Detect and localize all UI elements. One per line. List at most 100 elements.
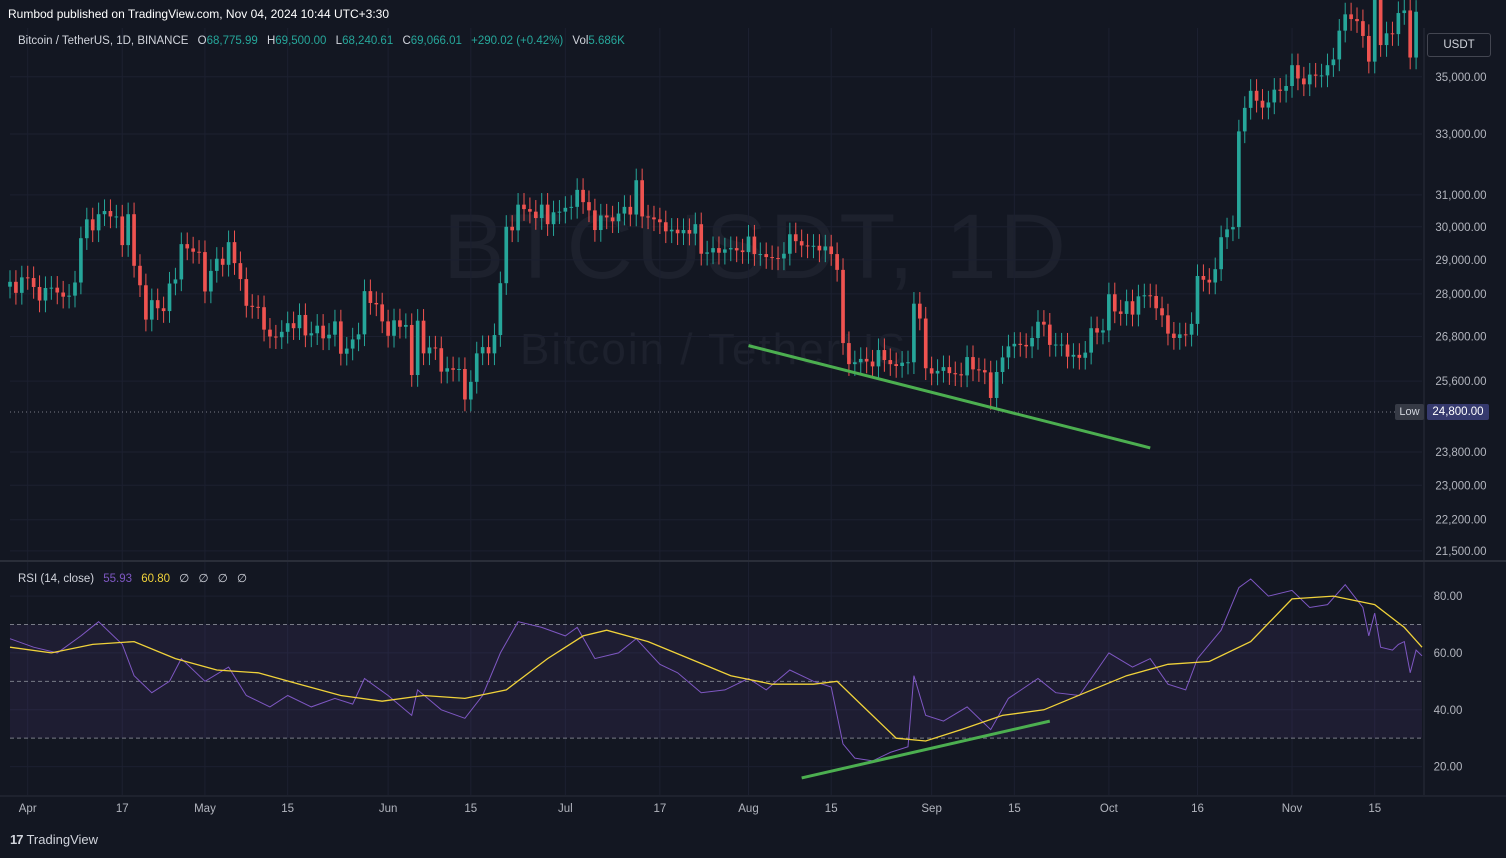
candle-body bbox=[823, 246, 828, 251]
candle-body bbox=[8, 281, 12, 287]
price-tick-label: 30,000.00 bbox=[1435, 222, 1486, 234]
price-tick-label: 28,000.00 bbox=[1435, 289, 1486, 301]
candle-body bbox=[587, 202, 591, 211]
time-tick-label: Nov bbox=[1282, 803, 1303, 815]
candle-body bbox=[309, 333, 314, 336]
open-value: 68,775.99 bbox=[206, 35, 258, 47]
candle-body bbox=[404, 324, 408, 327]
rsi-title[interactable]: RSI (14, close) bbox=[18, 573, 94, 585]
candle-body bbox=[699, 224, 704, 254]
candle-body bbox=[510, 226, 515, 231]
candle-body bbox=[758, 254, 763, 256]
candle-body bbox=[1195, 275, 1200, 324]
candle-body bbox=[256, 306, 260, 308]
candle-body bbox=[1160, 308, 1164, 316]
candle-body bbox=[929, 368, 934, 374]
candle-body bbox=[19, 277, 24, 293]
candle-body bbox=[669, 229, 674, 232]
candle-body bbox=[853, 362, 857, 365]
candle-body bbox=[900, 362, 904, 367]
symbol-label[interactable]: Bitcoin / TetherUS, 1D, BINANCE bbox=[18, 35, 188, 47]
time-tick-label: 15 bbox=[825, 803, 838, 815]
candle-body bbox=[37, 286, 42, 301]
time-tick-label: Apr bbox=[19, 803, 37, 815]
candle-body bbox=[31, 278, 36, 287]
candle-body bbox=[569, 206, 574, 208]
candle-body bbox=[468, 381, 473, 400]
candle-body bbox=[1313, 74, 1318, 76]
rsi-tick-label: 40.00 bbox=[1434, 705, 1463, 717]
candle-body bbox=[498, 283, 503, 336]
price-legend: Bitcoin / TetherUS, 1D, BINANCE O68,775.… bbox=[18, 35, 631, 47]
change-value: +290.02 (+0.42%) bbox=[471, 35, 564, 47]
candle-body bbox=[740, 250, 745, 253]
candle-body bbox=[362, 291, 367, 335]
volume-value: 5.686K bbox=[588, 35, 625, 47]
candle-body bbox=[368, 291, 373, 303]
candle-body bbox=[1118, 311, 1123, 314]
candle-body bbox=[203, 252, 207, 292]
rsi-tick-label: 80.00 bbox=[1434, 591, 1463, 603]
candle-body bbox=[1225, 229, 1229, 238]
candle-body bbox=[1219, 237, 1223, 270]
candle-body bbox=[315, 325, 320, 334]
candle-body bbox=[965, 357, 969, 376]
candle-body bbox=[144, 285, 148, 320]
candle-body bbox=[1260, 100, 1265, 108]
candle-body bbox=[994, 372, 999, 398]
candle-body bbox=[1408, 10, 1413, 58]
candle-body bbox=[522, 204, 526, 210]
candle-body bbox=[439, 348, 444, 372]
candle-body bbox=[1112, 294, 1117, 312]
candle-body bbox=[941, 367, 946, 371]
candle-body bbox=[1390, 33, 1395, 35]
candle-body bbox=[386, 321, 390, 336]
candle-body bbox=[339, 321, 343, 354]
candle-body bbox=[971, 357, 975, 370]
time-axis: Apr 17 May 15 Jun 15 Jul 17 Aug 15 Sep 15 Oct 16 Nov 15 bbox=[19, 803, 1381, 815]
time-tick-label: May bbox=[194, 803, 216, 815]
candle-body bbox=[126, 214, 130, 246]
candle-body bbox=[14, 281, 18, 293]
rsi-value: 55.93 bbox=[103, 573, 133, 585]
candle-body bbox=[291, 323, 296, 329]
candle-body bbox=[977, 369, 981, 371]
candle-body bbox=[49, 287, 54, 289]
candle-body bbox=[244, 279, 249, 306]
candle-body bbox=[25, 277, 30, 279]
candle-body bbox=[923, 318, 928, 369]
candle-body bbox=[723, 249, 727, 253]
candle-body bbox=[409, 324, 414, 376]
candle-body bbox=[96, 214, 101, 231]
high-value: 69,500.00 bbox=[275, 35, 327, 47]
candle-body bbox=[1337, 30, 1342, 60]
candle-body bbox=[90, 219, 95, 231]
time-tick-label: Aug bbox=[738, 803, 758, 815]
candle-body bbox=[132, 214, 136, 266]
time-tick-label: 17 bbox=[116, 803, 129, 815]
time-tick-label: 15 bbox=[1368, 803, 1381, 815]
currency-button[interactable]: USDT bbox=[1427, 33, 1491, 57]
price-chart[interactable]: 35,000.00 33,000.00 31,000.00 30,000.00 29,0… bbox=[0, 0, 1506, 858]
close-value: 69,066.01 bbox=[410, 35, 462, 47]
low-value: 68,240.61 bbox=[342, 35, 394, 47]
candle-body bbox=[1307, 74, 1312, 85]
tradingview-logo[interactable]: 17 TradingView bbox=[10, 832, 98, 847]
candle-body bbox=[906, 362, 910, 364]
candle-body bbox=[155, 300, 160, 309]
candle-body bbox=[764, 254, 769, 258]
candle-body bbox=[799, 241, 804, 246]
candle-body bbox=[226, 242, 231, 265]
candle-body bbox=[516, 204, 520, 231]
candle-body bbox=[279, 331, 284, 338]
candle-body bbox=[658, 219, 662, 223]
candle-body bbox=[1372, 0, 1377, 62]
candle-body bbox=[988, 372, 993, 398]
candle-body bbox=[333, 321, 337, 335]
candle-body bbox=[1213, 269, 1218, 283]
candle-body bbox=[445, 368, 450, 372]
candle-body bbox=[43, 288, 48, 301]
candle-body bbox=[486, 347, 491, 354]
candle-body bbox=[1402, 10, 1407, 14]
close-key: C bbox=[402, 35, 411, 47]
